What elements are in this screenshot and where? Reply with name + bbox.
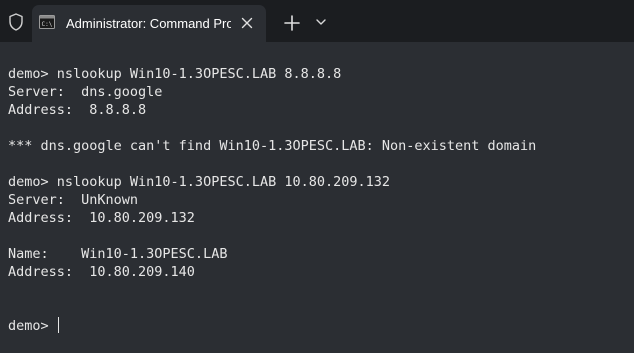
terminal-prompt-line[interactable]: demo> [8,317,59,335]
terminal-line: Address: 10.80.209.140 [8,264,195,280]
close-icon[interactable] [238,14,256,32]
tab-title: Administrator: Command Prompt [66,16,231,31]
chevron-down-icon[interactable] [313,14,329,30]
tab-bar: C:\ Administrator: Command Prompt [0,0,634,42]
svg-text:C:\: C:\ [42,21,53,28]
terminal-output[interactable]: demo> nslookup Win10-1.3OPESC.LAB 8.8.8.… [0,42,634,353]
terminal-line: Address: 8.8.8.8 [8,102,147,118]
terminal-line: *** dns.google can't find Win10-1.3OPESC… [8,138,537,154]
terminal-line: Address: 10.80.209.132 [8,210,195,226]
terminal-line: demo> nslookup Win10-1.3OPESC.LAB 10.80.… [8,174,391,190]
terminal-line: Server: UnKnown [8,192,139,208]
terminal-line: Server: dns.google [8,84,163,100]
plus-icon[interactable] [281,12,303,34]
tab-command-prompt[interactable]: C:\ Administrator: Command Prompt [32,5,266,42]
terminal-line: demo> nslookup Win10-1.3OPESC.LAB 8.8.8.… [8,66,342,82]
command-prompt-icon: C:\ [39,15,55,29]
terminal-line: Name: Win10-1.3OPESC.LAB [8,246,228,262]
shield-icon [9,13,23,31]
prompt-text: demo> [8,318,57,334]
text-cursor [57,317,59,333]
terminal-window: C:\ Administrator: Command Prompt demo> … [0,0,634,353]
